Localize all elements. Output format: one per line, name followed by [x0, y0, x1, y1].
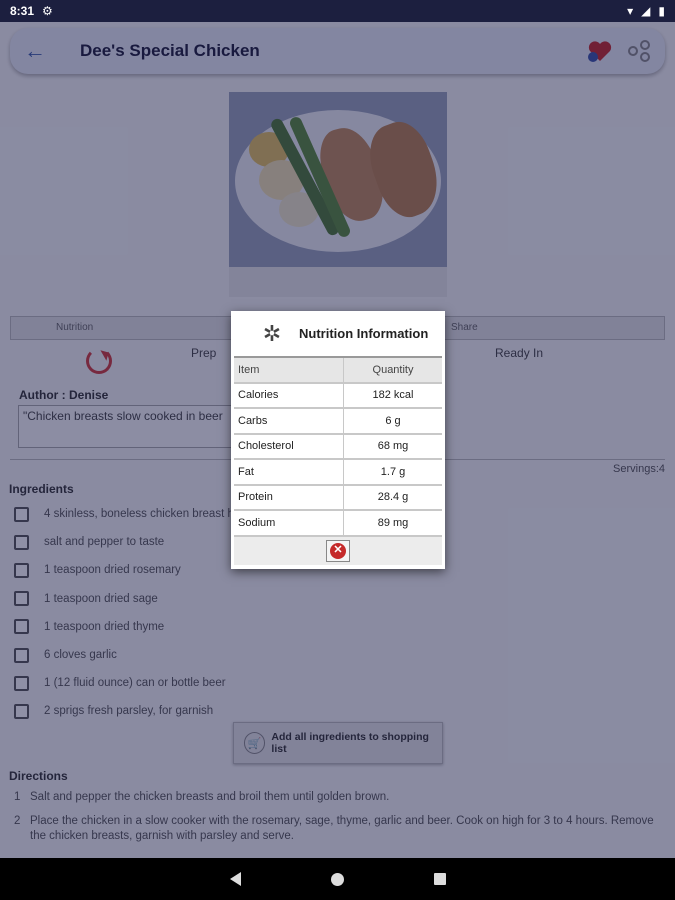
nutrient-quantity: 6 g [385, 414, 401, 427]
nutrition-logo-icon: ✲ [262, 320, 282, 346]
column-header-quantity: Quantity [372, 363, 414, 376]
nutrient-name: Sodium [234, 511, 344, 535]
nutrient-name: Fat [234, 460, 344, 484]
nutrient-quantity: 68 mg [377, 440, 409, 453]
nav-recents-icon[interactable] [433, 873, 446, 885]
wifi-icon: ▾ [627, 4, 634, 18]
dialog-title: Nutrition Information [299, 326, 429, 341]
table-header-row: Item Quantity [234, 358, 442, 384]
table-row: Protein 28.4 g [234, 485, 442, 511]
table-row: Sodium 89 mg [234, 511, 442, 537]
nutrition-dialog: ✲ Nutrition Information Item Quantity Ca… [231, 311, 445, 569]
table-row: Fat 1.7 g [234, 460, 442, 486]
nutrient-quantity: 89 mg [377, 516, 409, 529]
system-nav-bar [0, 858, 675, 900]
nutrient-name: Protein [234, 485, 344, 509]
battery-icon: ▮ [658, 4, 665, 18]
dialog-footer: ✕ [234, 536, 442, 565]
clock: 8:31 [10, 4, 35, 18]
status-bar: 8:31 ⚙ ▾ ◢ ▮ [0, 0, 675, 22]
close-dialog-button[interactable]: ✕ [326, 539, 350, 562]
table-row: Carbs 6 g [234, 409, 442, 435]
nutrient-name: Calories [234, 383, 344, 407]
table-row: Cholesterol 68 mg [234, 434, 442, 460]
nutrient-name: Carbs [234, 409, 344, 433]
dialog-header: ✲ Nutrition Information [231, 311, 445, 356]
column-header-item: Item [234, 358, 344, 382]
nutrient-quantity: 28.4 g [377, 491, 409, 504]
nav-home-icon[interactable] [330, 872, 344, 886]
close-icon: ✕ [330, 542, 346, 559]
nutrient-quantity: 1.7 g [380, 465, 406, 478]
signal-icon: ◢ [641, 4, 651, 18]
settings-icon: ⚙ [42, 4, 53, 18]
nav-back-icon[interactable] [229, 872, 241, 886]
table-row: Calories 182 kcal [234, 383, 442, 409]
nutrient-name: Cholesterol [234, 434, 344, 458]
nutrient-quantity: 182 kcal [372, 389, 414, 402]
nutrition-table: Item Quantity Calories 182 kcal Carbs 6 … [234, 356, 442, 537]
